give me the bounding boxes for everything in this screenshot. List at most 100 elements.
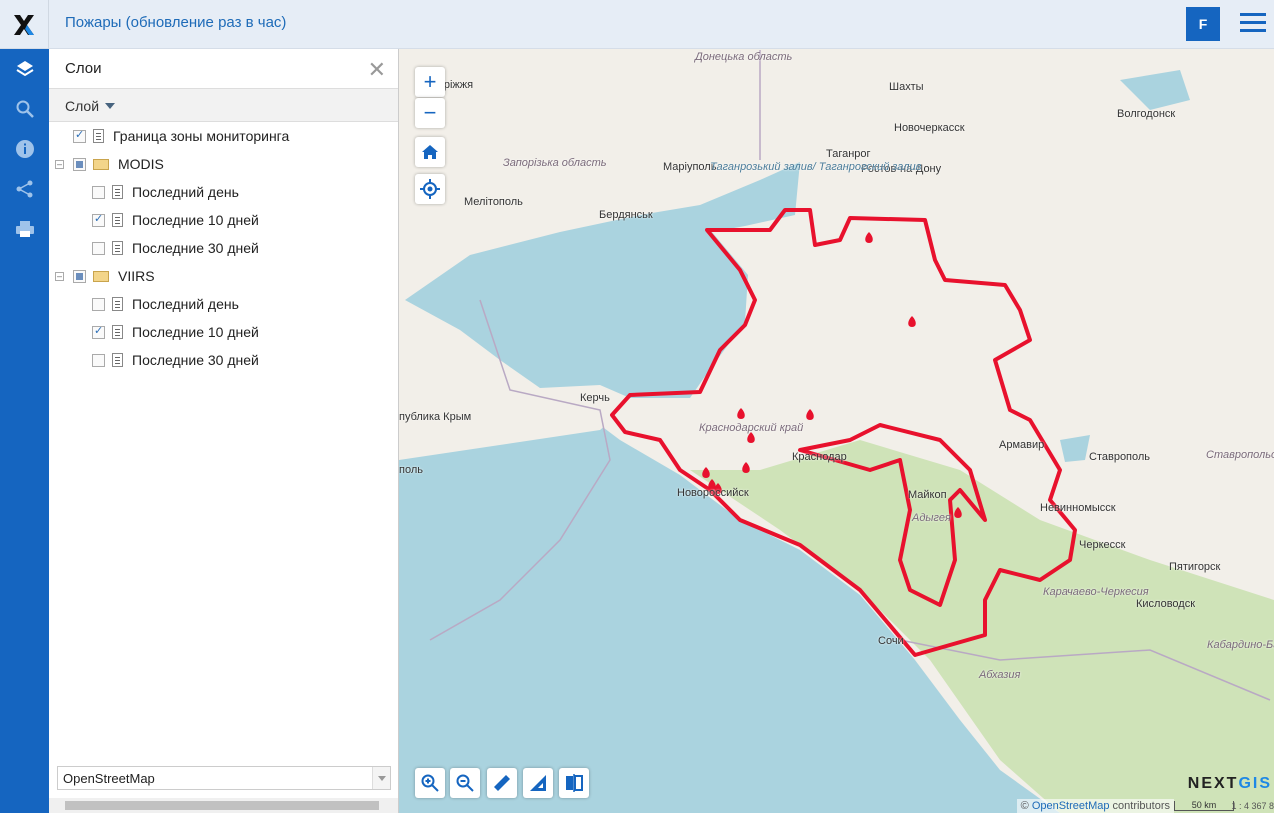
layer-item[interactable]: Граница зоны мониторинга [49, 122, 398, 150]
zoom-in-icon [421, 774, 439, 792]
layers-panel: Слои ✕ Слой Граница зоны мониторинга – MO… [49, 49, 399, 813]
map-canvas[interactable]: Донецька область Запоріжжя Шахты Новочеркас… [399, 49, 1274, 813]
map-label: Карачаево-Черкесия [1043, 586, 1149, 598]
column-header-label: Слой [65, 98, 100, 114]
attribution-suffix: contributors [1109, 800, 1170, 812]
layer-label: Последние 30 дней [132, 352, 259, 368]
map-label: Краснодарский край [699, 422, 804, 434]
layer-checkbox[interactable] [92, 212, 105, 227]
hamburger-menu-icon[interactable] [1240, 13, 1266, 35]
panel-title: Слои [65, 60, 102, 77]
layer-item[interactable]: Последний день [49, 178, 398, 206]
osm-link[interactable]: OpenStreetMap [1032, 800, 1110, 812]
scrollbar-thumb[interactable] [65, 801, 379, 810]
layer-label: Последний день [132, 184, 239, 200]
layer-checkbox[interactable] [92, 353, 105, 367]
map-label: Черкесск [1079, 539, 1126, 551]
layer-group[interactable]: – VIIRS [49, 262, 398, 290]
layer-label: Последние 10 дней [132, 324, 259, 340]
chevron-down-icon[interactable] [372, 767, 390, 789]
map-label: Сочи [878, 635, 904, 647]
map-label: Мелітополь [464, 196, 523, 208]
map-label: Новороссийск [677, 487, 749, 499]
set-square-icon [530, 775, 546, 791]
collapse-icon[interactable]: – [55, 159, 64, 169]
zoom-out-button[interactable]: − [415, 98, 445, 128]
layer-item[interactable]: Последние 10 дней [49, 318, 398, 346]
layer-label: Граница зоны мониторинга [113, 128, 290, 144]
swipe-icon [566, 774, 583, 792]
layer-checkbox[interactable] [73, 128, 86, 143]
side-rail [0, 49, 49, 813]
layer-group[interactable]: – MODIS [49, 150, 398, 178]
layer-item[interactable]: Последний день [49, 290, 398, 318]
layer-checkbox[interactable] [92, 324, 105, 339]
layer-checkbox[interactable] [92, 241, 105, 255]
document-icon [112, 353, 123, 367]
info-icon[interactable] [0, 129, 49, 169]
zoom-out-tool-button[interactable] [450, 768, 480, 798]
fire-icon[interactable] [737, 408, 745, 419]
map-label: Запорізька область [503, 157, 607, 169]
measure-distance-button[interactable] [487, 768, 517, 798]
close-icon[interactable]: ✕ [368, 57, 386, 83]
search-icon[interactable] [0, 89, 49, 129]
fire-icon[interactable] [742, 462, 750, 473]
caret-down-icon [105, 103, 116, 109]
map-label: Ставропольский край [1206, 449, 1274, 461]
fire-icon[interactable] [806, 409, 814, 420]
document-icon [112, 297, 123, 311]
locate-button[interactable] [415, 174, 445, 204]
fire-icon[interactable] [865, 232, 873, 243]
map-label: Ставрополь [1089, 451, 1151, 463]
map-label: поль [399, 464, 423, 476]
map-label: Донецька область [695, 51, 793, 63]
group-checkbox[interactable] [73, 269, 86, 283]
map-label: Керчь [580, 392, 610, 404]
print-icon[interactable] [0, 209, 49, 249]
layer-label: Последние 30 дней [132, 240, 259, 256]
layer-checkbox[interactable] [92, 297, 105, 311]
user-avatar-button[interactable]: F [1186, 7, 1220, 41]
group-label: VIIRS [118, 268, 155, 284]
map-label: Адыгея [912, 512, 951, 524]
page-title: Пожары (обновление раз в час) [65, 14, 287, 31]
basemap-select[interactable]: OpenStreetMap [57, 766, 391, 790]
fire-icon[interactable] [908, 316, 916, 327]
collapse-icon[interactable]: – [55, 271, 64, 281]
fire-icon[interactable] [702, 467, 710, 478]
nextgis-logo[interactable] [0, 0, 49, 49]
measure-area-button[interactable] [523, 768, 553, 798]
map-label: Таганрозький залив/ Таганрогский залив [710, 161, 922, 173]
document-icon [112, 241, 123, 255]
layer-column-header[interactable]: Слой [49, 89, 398, 122]
map-label: Краснодар [792, 451, 847, 463]
document-icon [112, 325, 123, 339]
ruler-icon [494, 775, 510, 791]
home-button[interactable] [415, 137, 445, 167]
layer-item[interactable]: Последние 30 дней [49, 234, 398, 262]
group-checkbox[interactable] [73, 157, 86, 171]
horizontal-scrollbar[interactable] [49, 798, 398, 813]
zoom-in-tool-button[interactable] [415, 768, 445, 798]
folder-icon [93, 270, 109, 282]
basemap-value: OpenStreetMap [63, 771, 155, 786]
zoom-in-button[interactable]: + [415, 67, 445, 97]
layer-item[interactable]: Последние 30 дней [49, 346, 398, 374]
map-label: публика Крым [399, 411, 472, 423]
map-label: Волгодонск [1117, 108, 1176, 120]
layer-item[interactable]: Последние 10 дней [49, 206, 398, 234]
attribution-prefix: © [1020, 800, 1032, 812]
layer-checkbox[interactable] [92, 185, 105, 199]
map-label: Шахты [889, 81, 924, 93]
map-label: Бердянськ [599, 209, 653, 221]
zoom-out-icon [456, 774, 474, 792]
map-label: Абхазия [979, 669, 1021, 681]
share-icon[interactable] [0, 169, 49, 209]
map-label: Невинномысск [1040, 502, 1116, 514]
nextgis-watermark: NEXTGIS [1187, 775, 1272, 792]
layers-icon[interactable] [0, 49, 49, 89]
swipe-button[interactable] [559, 768, 589, 798]
map-label: Пятигорск [1169, 561, 1221, 573]
document-icon [112, 213, 123, 227]
